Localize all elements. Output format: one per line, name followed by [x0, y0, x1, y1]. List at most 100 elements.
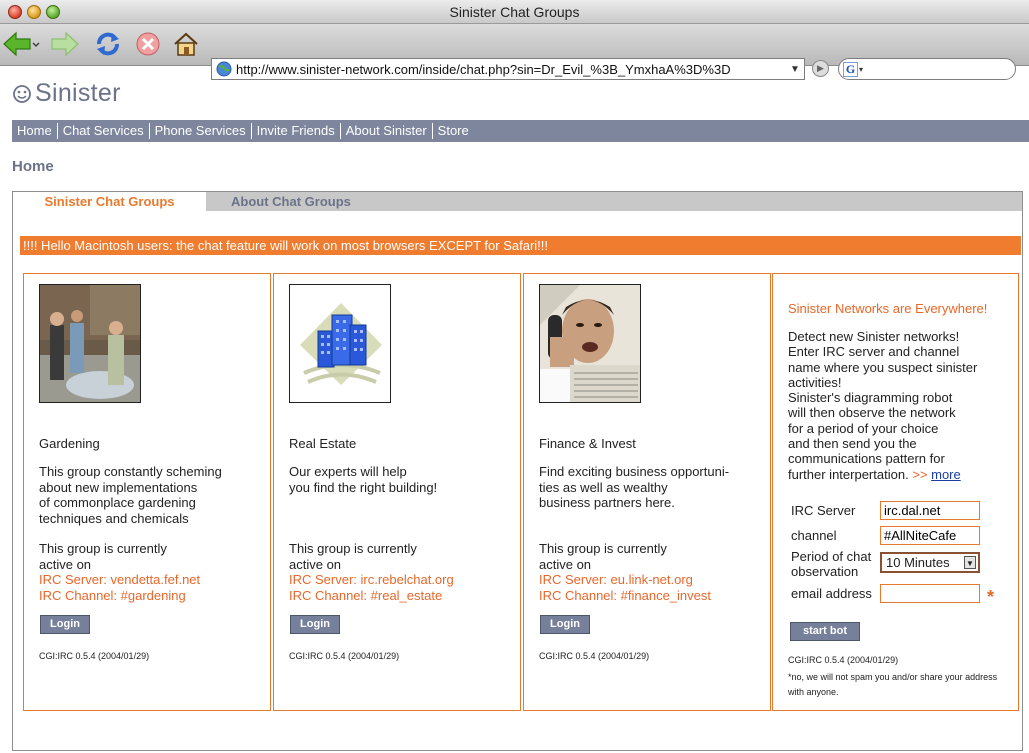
cgi-irc-link[interactable]: CGI:IRC: [788, 655, 822, 665]
forward-button[interactable]: [48, 30, 82, 58]
group-card-finance: Finance & Invest Find exciting business …: [523, 273, 771, 711]
group-name: Real Estate: [289, 436, 357, 451]
group-description: Our experts will help you find the right…: [289, 464, 509, 495]
panel-text-line: communications pattern for: [788, 451, 945, 467]
nav-phone-services[interactable]: Phone Services: [150, 123, 252, 139]
cgi-irc-link[interactable]: CGI:IRC: [289, 651, 323, 661]
irc-server-label: IRC Server: [791, 503, 856, 518]
select-arrow-icon: ▼: [964, 556, 976, 569]
irc-server-text: IRC Server: vendetta.fef.net: [39, 572, 201, 587]
cgi-irc-credit: CGI:IRC 0.5.4 (2004/01/29): [539, 651, 649, 661]
cgi-irc-credit: CGI:IRC 0.5.4 (2004/01/29): [289, 651, 399, 661]
page-title: Home: [12, 158, 54, 175]
activity-line: This group is currently: [539, 541, 667, 556]
stop-button[interactable]: [134, 30, 162, 58]
description-line: Find exciting business opportuni-: [539, 464, 730, 479]
site-logo-text: Sinister: [35, 79, 121, 107]
back-arrow-icon: [3, 31, 40, 57]
nav-invite-friends[interactable]: Invite Friends: [252, 123, 341, 139]
panel-text-line: will then observe the network: [788, 405, 956, 421]
browser-toolbar: http://www.sinister-network.com/inside/c…: [0, 24, 1029, 80]
group-activity: This group is currently active on IRC Se…: [539, 541, 711, 603]
group-name: Finance & Invest: [539, 436, 636, 451]
gardeners-image-icon: [40, 285, 140, 402]
more-link[interactable]: more: [931, 467, 961, 482]
nav-about-sinister[interactable]: About Sinister: [341, 123, 433, 139]
tab-sinister-chat-groups[interactable]: Sinister Chat Groups: [13, 192, 206, 211]
panel-description: Detect new Sinister networks! Enter IRC …: [788, 329, 1003, 482]
building-image-icon: [290, 285, 390, 402]
period-label-line: Period of chat: [791, 549, 872, 564]
cgi-irc-link[interactable]: CGI:IRC: [539, 651, 573, 661]
group-card-real-estate: Real Estate Our experts will help you fi…: [273, 273, 521, 711]
activity-line: active on: [539, 556, 592, 572]
description-line: This group constantly scheming: [39, 464, 222, 479]
stop-icon: [136, 32, 160, 56]
description-line: techniques and chemicals: [39, 510, 189, 526]
home-icon: [174, 32, 198, 56]
cgi-irc-version: 0.5.4 (2004/01/29): [822, 655, 899, 665]
finance-photo: [539, 284, 641, 403]
more-arrow: >>: [912, 466, 928, 482]
description-line: business partners here.: [539, 495, 675, 510]
panel-text-line: activities!: [788, 374, 842, 390]
cgi-irc-version: 0.5.4 (2004/01/29): [73, 651, 150, 661]
description-line: ties as well as wealthy: [539, 479, 668, 495]
channel-input[interactable]: [880, 526, 980, 545]
home-button[interactable]: [171, 30, 201, 58]
nav-chat-services[interactable]: Chat Services: [58, 123, 150, 139]
email-label: email address: [791, 586, 872, 601]
cgi-irc-link[interactable]: CGI:IRC: [39, 651, 73, 661]
group-name: Gardening: [39, 436, 100, 451]
group-description: This group constantly scheming about new…: [39, 464, 259, 526]
period-selected-value: 10 Minutes: [886, 555, 950, 570]
forward-arrow-icon: [51, 31, 79, 57]
privacy-note: *no, we will not spam you and/or share y…: [788, 672, 998, 697]
panel-text-line: name where you suspect sinister: [788, 359, 978, 375]
activity-line: This group is currently: [289, 541, 417, 556]
required-asterisk: *: [987, 587, 995, 607]
tab-about-chat-groups[interactable]: About Chat Groups: [231, 192, 351, 211]
site-logo[interactable]: Sinister: [12, 79, 121, 108]
start-bot-button[interactable]: start bot: [790, 622, 860, 641]
period-label-line: observation: [791, 564, 859, 579]
irc-server-text: IRC Server: irc.rebelchat.org: [289, 572, 454, 587]
group-card-gardening: Gardening This group constantly scheming…: [23, 273, 271, 711]
period-label: Period of chat observation: [791, 549, 871, 579]
main-nav: Home Chat Services Phone Services Invite…: [12, 120, 1029, 142]
cgi-irc-version: 0.5.4 (2004/01/29): [573, 651, 650, 661]
activity-line: This group is currently: [39, 541, 167, 556]
reload-icon: [97, 32, 119, 56]
nav-home[interactable]: Home: [12, 123, 58, 139]
description-line: of commonplace gardening: [39, 495, 196, 510]
cgi-irc-credit: CGI:IRC 0.5.4 (2004/01/29): [788, 655, 898, 665]
login-button[interactable]: Login: [540, 615, 590, 634]
gardening-photo: [39, 284, 141, 403]
login-button[interactable]: Login: [40, 615, 90, 634]
back-button[interactable]: [2, 30, 40, 58]
description-line: Our experts will help: [289, 464, 407, 479]
group-activity: This group is currently active on IRC Se…: [39, 541, 200, 603]
group-description: Find exciting business opportuni- ties a…: [539, 464, 759, 511]
reload-button[interactable]: [92, 30, 124, 58]
panel-title: Sinister Networks are Everywhere!: [788, 301, 988, 316]
cgi-irc-credit: CGI:IRC 0.5.4 (2004/01/29): [39, 651, 149, 661]
description-line: about new implementations: [39, 479, 198, 495]
businessman-on-phone-image-icon: [540, 285, 640, 402]
panel-text-line: Sinister's diagramming robot: [788, 390, 953, 406]
alert-banner: !!!! Hello Macintosh users: the chat fea…: [20, 236, 1021, 255]
activity-line: active on: [289, 556, 342, 572]
nav-store[interactable]: Store: [433, 123, 474, 139]
login-button[interactable]: Login: [290, 615, 340, 634]
panel-text-line: Detect new Sinister networks!: [788, 329, 960, 344]
period-select[interactable]: 10 Minutes ▼: [880, 552, 980, 573]
irc-server-input[interactable]: [880, 501, 980, 520]
sinister-logo-icon: [13, 84, 31, 103]
panel-text-last-line: further interpertation. >> more: [788, 467, 1003, 482]
tab-bar: Sinister Chat Groups About Chat Groups: [13, 192, 1022, 211]
email-input[interactable]: [880, 584, 980, 603]
panel-text-line: further interpertation.: [788, 466, 909, 482]
activity-line: active on: [39, 556, 92, 572]
cgi-irc-version: 0.5.4 (2004/01/29): [323, 651, 400, 661]
irc-channel-text: IRC Channel: #gardening: [39, 587, 186, 603]
